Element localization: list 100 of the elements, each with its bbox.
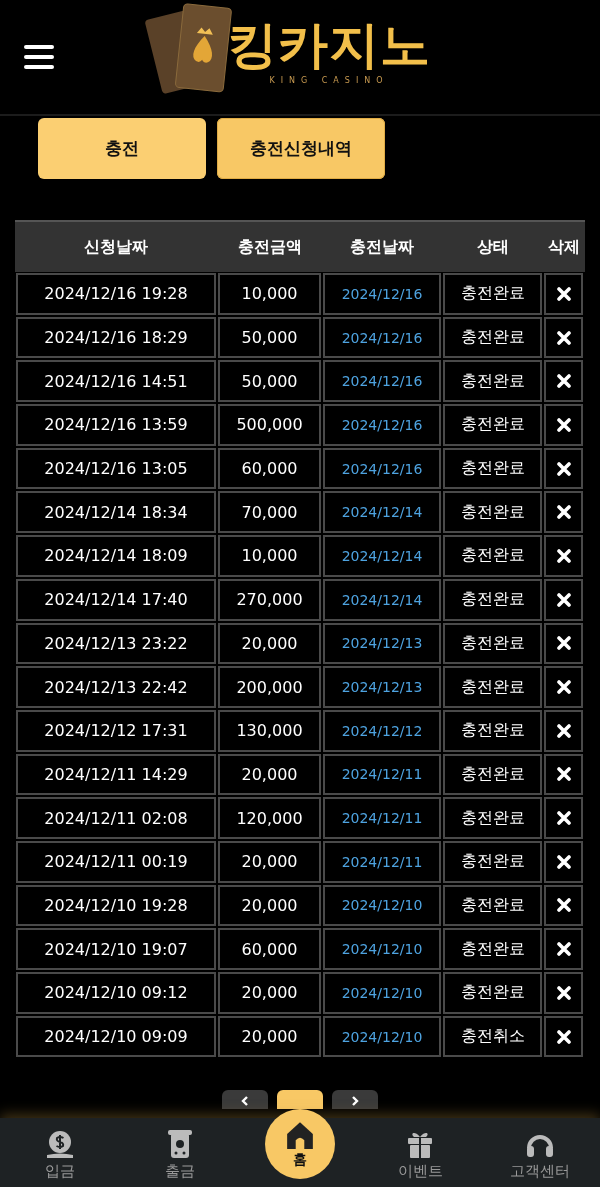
table-cell: 500,000 xyxy=(218,404,321,446)
table-cell: 2024/12/16 18:29 xyxy=(16,316,216,359)
table-cell: 충전완료 xyxy=(443,273,542,315)
chevron-right-icon xyxy=(349,1095,361,1107)
table-cell: 2024/12/14 18:09 xyxy=(16,535,216,577)
table-cell: 2024/12/16 xyxy=(323,273,441,315)
nav-item[interactable]: 고객센터 xyxy=(480,1118,600,1187)
table-cell: 20,000 xyxy=(218,884,321,927)
column-header: 삭제 xyxy=(546,236,581,258)
table-cell: 2024/12/14 xyxy=(323,535,441,577)
table-cell: 충전완료 xyxy=(443,491,542,534)
table-cell: 10,000 xyxy=(218,273,321,315)
delete-icon[interactable] xyxy=(556,811,571,826)
menu-icon[interactable] xyxy=(24,45,54,69)
table-cell: 충전완료 xyxy=(443,360,542,403)
table-cell: 2024/12/16 14:51 xyxy=(16,360,216,403)
delete-icon[interactable] xyxy=(556,636,571,651)
delete-icon[interactable] xyxy=(556,854,571,869)
delete-icon[interactable] xyxy=(556,592,571,607)
table-cell: 20,000 xyxy=(218,753,321,796)
table-cell: 270,000 xyxy=(218,578,321,621)
delete-icon[interactable] xyxy=(556,723,571,738)
table-cell: 충전완료 xyxy=(443,928,542,970)
delete-icon[interactable] xyxy=(556,330,571,345)
table-cell: 10,000 xyxy=(218,535,321,577)
table-cell: 충전취소 xyxy=(443,1015,542,1058)
table-cell: 2024/12/10 09:12 xyxy=(16,972,216,1014)
table-cell: 2024/12/13 23:22 xyxy=(16,622,216,665)
table-cell: 60,000 xyxy=(218,928,321,970)
table-cell: 2024/12/16 13:59 xyxy=(16,404,216,446)
nav-item[interactable]: 출금 xyxy=(120,1118,240,1187)
table-cell: 2024/12/16 xyxy=(323,360,441,403)
table-cell: 2024/12/16 xyxy=(323,447,441,490)
table-cell: 충전완료 xyxy=(443,404,542,446)
chevron-left-icon xyxy=(239,1095,251,1107)
table-cell: 2024/12/11 02:08 xyxy=(16,797,216,839)
delete-icon[interactable] xyxy=(556,680,571,695)
table-cell: 2024/12/16 13:05 xyxy=(16,447,216,490)
delete-icon[interactable] xyxy=(556,942,571,957)
nav-item[interactable]: 입금 xyxy=(0,1118,120,1187)
column-header: 충전금액 xyxy=(236,236,303,258)
nav-item[interactable]: 이벤트 xyxy=(360,1118,480,1187)
table-cell: 2024/12/13 xyxy=(323,622,441,665)
table-cell: 50,000 xyxy=(218,360,321,403)
table-cell: 충전완료 xyxy=(443,666,542,708)
delete-icon[interactable] xyxy=(556,374,571,389)
tab[interactable]: 충전 xyxy=(38,118,206,179)
table-cell: 120,000 xyxy=(218,797,321,839)
table-cell: 충전완료 xyxy=(443,622,542,665)
delete-icon[interactable] xyxy=(556,548,571,563)
table-cell: 충전완료 xyxy=(443,578,542,621)
table-cell: 2024/12/13 xyxy=(323,666,441,708)
tab[interactable]: 충전신청내역 xyxy=(217,118,385,179)
table-cell: 충전완료 xyxy=(443,535,542,577)
coin-icon xyxy=(44,1128,76,1160)
table-cell: 2024/12/16 19:28 xyxy=(16,273,216,315)
table-cell: 20,000 xyxy=(218,622,321,665)
table-cell: 2024/12/16 xyxy=(323,404,441,446)
delete-icon[interactable] xyxy=(556,898,571,913)
table-cell: 2024/12/11 00:19 xyxy=(16,840,216,883)
table-cell: 2024/12/14 xyxy=(323,578,441,621)
delete-icon[interactable] xyxy=(556,505,571,520)
delete-icon[interactable] xyxy=(556,286,571,301)
table-cell: 60,000 xyxy=(218,447,321,490)
delete-icon[interactable] xyxy=(556,461,571,476)
delete-icon[interactable] xyxy=(556,417,571,432)
table-cell: 2024/12/10 xyxy=(323,884,441,927)
table-cell: 20,000 xyxy=(218,840,321,883)
table-cell: 충전완료 xyxy=(443,840,542,883)
delete-icon[interactable] xyxy=(556,767,571,782)
table-cell: 2024/12/12 xyxy=(323,709,441,752)
next-page-button[interactable] xyxy=(332,1090,378,1109)
table-cell: 200,000 xyxy=(218,666,321,708)
logo-subtitle: KING CASINO xyxy=(269,75,389,85)
table-cell: 20,000 xyxy=(218,972,321,1014)
table-cell: 2024/12/10 19:07 xyxy=(16,928,216,970)
table-cell: 130,000 xyxy=(218,709,321,752)
table-cell: 2024/12/11 xyxy=(323,797,441,839)
table-cell: 2024/12/12 17:31 xyxy=(16,709,216,752)
table-cell: 2024/12/14 xyxy=(323,491,441,534)
table-cell: 충전완료 xyxy=(443,316,542,359)
table-cell: 2024/12/10 xyxy=(323,928,441,970)
table-cell: 2024/12/11 14:29 xyxy=(16,753,216,796)
delete-icon[interactable] xyxy=(556,985,571,1000)
table-cell: 2024/12/10 xyxy=(323,1015,441,1058)
table-cell: 충전완료 xyxy=(443,753,542,796)
column-header: 신청날짜 xyxy=(83,236,149,258)
table-cell: 충전완료 xyxy=(443,884,542,927)
table-cell: 충전완료 xyxy=(443,709,542,752)
table-cell: 20,000 xyxy=(218,1015,321,1058)
previous-page-button[interactable] xyxy=(222,1090,268,1109)
table-cell: 충전완료 xyxy=(443,972,542,1014)
column-header: 충전날짜 xyxy=(349,236,415,258)
table-cell: 2024/12/16 xyxy=(323,316,441,359)
home-button[interactable]: 홈 xyxy=(265,1109,335,1179)
table-cell: 충전완료 xyxy=(443,447,542,490)
logo-title: 킹카지노 xyxy=(227,19,431,70)
table-cell: 2024/12/10 19:28 xyxy=(16,884,216,927)
table-cell: 2024/12/11 xyxy=(323,840,441,883)
delete-icon[interactable] xyxy=(556,1029,571,1044)
